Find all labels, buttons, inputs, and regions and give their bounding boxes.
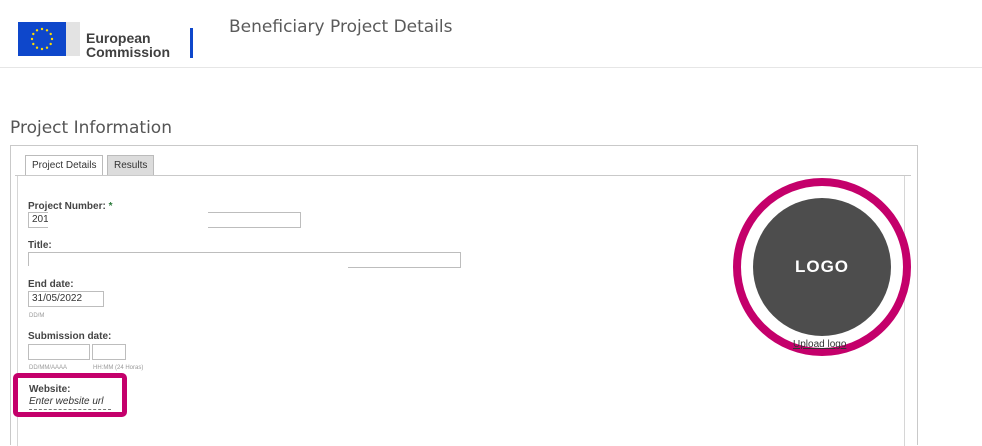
- title-label: Title:: [28, 240, 52, 251]
- redaction: [48, 211, 208, 229]
- redaction: [28, 266, 348, 273]
- submission-time-hint: HH:MM (24 Horas): [93, 365, 144, 371]
- redaction: [44, 307, 108, 319]
- end-date-hint: DD/M: [29, 313, 45, 319]
- app-header: European Commission Beneficiary Project …: [0, 0, 982, 68]
- section-title: Project Information: [10, 118, 172, 138]
- submission-time-input[interactable]: [92, 344, 126, 360]
- website-label: Website:: [29, 384, 71, 395]
- app-title: Beneficiary Project Details: [229, 17, 453, 37]
- end-date-input[interactable]: 31/05/2022: [28, 291, 104, 307]
- submission-date-label: Submission date:: [28, 331, 112, 342]
- logo-text: LOGO: [794, 257, 850, 276]
- european-commission-logo[interactable]: European Commission: [18, 22, 198, 66]
- logo-highlight: LOGO: [733, 178, 911, 356]
- upload-logo-link[interactable]: Upload logo: [793, 339, 846, 350]
- submission-date-input[interactable]: [28, 344, 90, 360]
- logo-divider: [190, 28, 193, 58]
- submission-date-hint: DD/MM/AAAA: [29, 365, 68, 371]
- flag-fold: [66, 22, 80, 56]
- organization-name: European Commission: [86, 30, 171, 60]
- end-date-label: End date:: [28, 279, 74, 290]
- tab-results[interactable]: Results: [107, 155, 155, 176]
- tab-project-details[interactable]: Project Details: [25, 155, 104, 176]
- logo-image[interactable]: LOGO: [753, 198, 891, 336]
- website-highlight: [13, 373, 127, 417]
- eu-flag-icon: [18, 22, 66, 56]
- website-input[interactable]: Enter website url: [29, 396, 111, 410]
- redaction: [28, 229, 338, 239]
